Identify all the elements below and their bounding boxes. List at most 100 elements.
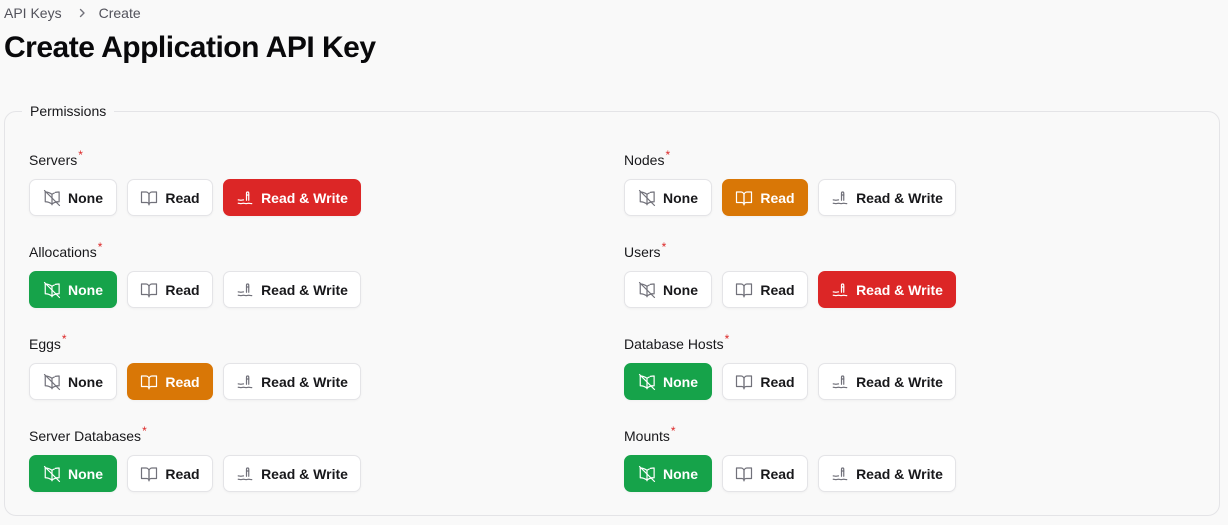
permission-label-text: Users	[624, 244, 661, 260]
pencil-write-icon	[236, 465, 254, 483]
read-write-button[interactable]: Read & Write	[223, 363, 361, 400]
breadcrumb: API Keys Create	[4, 5, 141, 21]
read-button[interactable]: Read	[127, 271, 213, 308]
button-label: None	[68, 281, 103, 298]
permission-label-text: Allocations	[29, 244, 97, 260]
button-label: None	[663, 281, 698, 298]
book-open-icon	[140, 465, 158, 483]
book-off-icon	[43, 189, 61, 207]
permission-mounts: Mounts* None Read Read & Write	[624, 424, 1184, 492]
permission-label: Nodes*	[624, 148, 1184, 170]
button-label: Read	[760, 373, 795, 390]
permission-options: None Read Read & Write	[29, 363, 589, 400]
none-button[interactable]: None	[624, 363, 712, 400]
permission-label: Allocations*	[29, 240, 589, 262]
permission-options: None Read Read & Write	[29, 179, 589, 216]
pencil-write-icon	[236, 281, 254, 299]
button-label: Read	[165, 281, 200, 298]
book-off-icon	[638, 373, 656, 391]
read-button[interactable]: Read	[127, 363, 213, 400]
book-off-icon	[638, 281, 656, 299]
button-label: Read & Write	[856, 373, 943, 390]
read-write-button[interactable]: Read & Write	[818, 455, 956, 492]
book-open-icon	[735, 189, 753, 207]
read-write-button[interactable]: Read & Write	[223, 179, 361, 216]
required-marker: *	[142, 424, 147, 438]
button-label: Read & Write	[856, 465, 943, 482]
required-marker: *	[97, 240, 103, 254]
permission-label-text: Nodes	[624, 152, 665, 168]
permission-options: None Read Read & Write	[624, 455, 1184, 492]
book-off-icon	[43, 465, 61, 483]
pencil-write-icon	[831, 465, 849, 483]
permission-options: None Read Read & Write	[624, 179, 1184, 216]
permission-servers: Servers* None Read Read & Write	[29, 148, 589, 216]
button-label: Read & Write	[261, 189, 348, 206]
permission-label: Database Hosts*	[624, 332, 1184, 354]
book-open-icon	[140, 281, 158, 299]
read-button[interactable]: Read	[722, 363, 808, 400]
none-button[interactable]: None	[624, 271, 712, 308]
button-label: None	[663, 189, 698, 206]
permission-label-text: Server Databases	[29, 428, 142, 444]
button-label: Read & Write	[261, 281, 348, 298]
page-title: Create Application API Key	[4, 31, 376, 64]
permission-label: Server Databases*	[29, 424, 589, 446]
permissions-legend: Permissions	[22, 103, 115, 119]
none-button[interactable]: None	[29, 271, 117, 308]
permissions-fieldset: Permissions Servers* None Read Read & Write…	[4, 103, 1220, 516]
chevron-right-icon	[77, 8, 87, 18]
required-marker: *	[61, 332, 67, 346]
permission-label: Servers*	[29, 148, 589, 170]
read-write-button[interactable]: Read & Write	[818, 271, 956, 308]
permission-options: None Read Read & Write	[624, 363, 1184, 400]
breadcrumb-api-keys[interactable]: API Keys	[4, 5, 62, 21]
button-label: Read & Write	[856, 189, 943, 206]
pencil-write-icon	[831, 189, 849, 207]
read-write-button[interactable]: Read & Write	[818, 363, 956, 400]
permission-label-text: Eggs	[29, 336, 61, 352]
required-marker: *	[670, 424, 676, 438]
pencil-write-icon	[236, 373, 254, 391]
read-button[interactable]: Read	[722, 455, 808, 492]
pencil-write-icon	[831, 373, 849, 391]
permission-label: Mounts*	[624, 424, 1184, 446]
read-write-button[interactable]: Read & Write	[223, 455, 361, 492]
book-open-icon	[735, 465, 753, 483]
read-write-button[interactable]: Read & Write	[223, 271, 361, 308]
permission-label: Users*	[624, 240, 1184, 262]
required-marker: *	[724, 332, 730, 346]
read-button[interactable]: Read	[722, 271, 808, 308]
button-label: Read	[165, 189, 200, 206]
book-off-icon	[43, 281, 61, 299]
none-button[interactable]: None	[29, 363, 117, 400]
required-marker: *	[78, 148, 83, 162]
button-label: Read	[165, 373, 200, 390]
breadcrumb-create: Create	[98, 5, 141, 21]
button-label: Read	[165, 465, 200, 482]
read-button[interactable]: Read	[127, 179, 213, 216]
button-label: None	[663, 373, 698, 390]
read-button[interactable]: Read	[722, 179, 808, 216]
book-off-icon	[43, 373, 61, 391]
read-write-button[interactable]: Read & Write	[818, 179, 956, 216]
none-button[interactable]: None	[29, 455, 117, 492]
button-label: Read	[760, 281, 795, 298]
none-button[interactable]: None	[29, 179, 117, 216]
permission-label-text: Servers	[29, 152, 78, 168]
read-button[interactable]: Read	[127, 455, 213, 492]
permission-users: Users* None Read Read & Write	[624, 240, 1184, 308]
none-button[interactable]: None	[624, 179, 712, 216]
permission-options: None Read Read & Write	[624, 271, 1184, 308]
required-marker: *	[665, 148, 671, 162]
book-open-icon	[140, 189, 158, 207]
none-button[interactable]: None	[624, 455, 712, 492]
required-marker: *	[661, 240, 667, 254]
book-off-icon	[638, 189, 656, 207]
button-label: Read	[760, 189, 795, 206]
permission-eggs: Eggs* None Read Read & Write	[29, 332, 589, 400]
button-label: Read	[760, 465, 795, 482]
permission-label-text: Database Hosts	[624, 336, 724, 352]
book-open-icon	[140, 373, 158, 391]
button-label: None	[663, 465, 698, 482]
